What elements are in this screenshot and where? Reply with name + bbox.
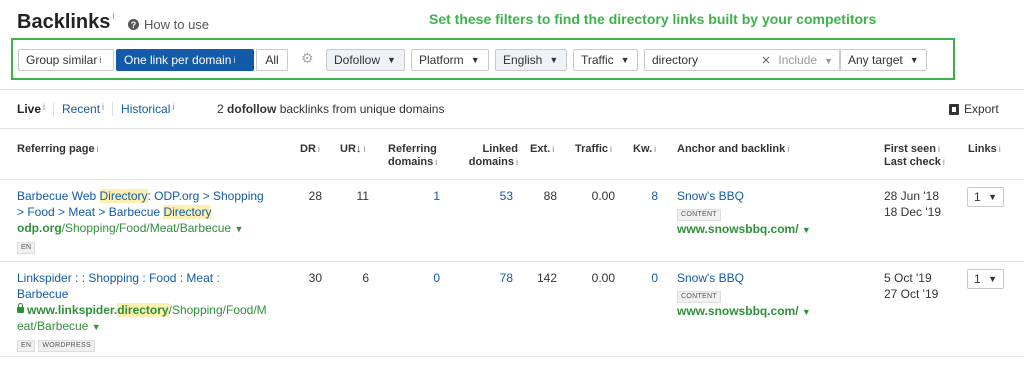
col-traffic[interactable]: Traffic i xyxy=(575,143,612,156)
caret-down-icon: ▼ xyxy=(387,55,396,65)
links-dropdown[interactable]: 1 ▼ xyxy=(967,269,1004,289)
referring-domains-link[interactable]: 1 xyxy=(400,188,440,204)
backlink-url[interactable]: www.snowsbbq.com/ ▼ xyxy=(677,222,811,236)
col-links[interactable]: Links i xyxy=(968,143,1001,156)
how-to-use-link[interactable]: ? How to use xyxy=(128,17,209,32)
question-icon: ? xyxy=(128,19,139,30)
divider xyxy=(0,128,1024,129)
caret-down-icon: ▼ xyxy=(234,224,244,234)
export-button[interactable]: Export xyxy=(949,102,999,116)
ur-value: 6 xyxy=(362,271,369,285)
keywords-link[interactable]: 8 xyxy=(630,188,658,204)
tab-recent[interactable]: Recent i xyxy=(54,102,114,116)
ur-value: 11 xyxy=(356,189,369,203)
divider xyxy=(0,179,1024,180)
caret-down-icon: ▼ xyxy=(801,307,811,317)
ext-value: 88 xyxy=(543,189,557,203)
caret-down-icon: ▼ xyxy=(470,55,480,65)
export-icon xyxy=(949,103,959,115)
linked-domains-link[interactable]: 78 xyxy=(470,270,513,286)
caret-down-icon: ▼ xyxy=(801,225,811,235)
col-linked-domains[interactable]: Linked domains i xyxy=(458,143,518,169)
caret-down-icon: ▼ xyxy=(988,274,997,284)
col-dr[interactable]: DR i xyxy=(300,143,320,156)
divider xyxy=(0,356,1024,357)
referring-domains-link[interactable]: 0 xyxy=(400,270,440,286)
tab-historical[interactable]: Historical i xyxy=(113,102,182,116)
traffic-value: 0.00 xyxy=(591,189,615,203)
group-similar-button[interactable]: Group similar i xyxy=(18,49,114,71)
language-badge: EN xyxy=(17,242,36,254)
content-badge: CONTENT xyxy=(677,291,721,303)
lock-icon xyxy=(17,302,24,313)
col-first-last-seen[interactable]: First seen i Last check i xyxy=(884,143,945,169)
links-dropdown[interactable]: 1 ▼ xyxy=(967,187,1004,207)
traffic-dropdown[interactable]: Traffic ▼ xyxy=(573,49,638,71)
col-ur[interactable]: UR↓ i xyxy=(340,143,365,156)
anchor-text: Snow's BBQ xyxy=(677,189,744,203)
referring-page-cell: Linkspider : : Shopping : Food : Meat :B… xyxy=(17,270,287,352)
dates-cell: 28 Jun '18 18 Dec '19 xyxy=(884,189,941,219)
traffic-value: 0.00 xyxy=(591,271,615,285)
all-button[interactable]: All xyxy=(256,49,288,71)
referring-page-url[interactable]: www.linkspider.directory/Shopping/Food/M… xyxy=(17,302,267,333)
anchor-cell: Snow's BBQ CONTENT www.snowsbbq.com/ ▼ xyxy=(677,188,867,238)
keywords-link[interactable]: 0 xyxy=(630,270,658,286)
caret-down-icon: ▼ xyxy=(988,192,997,202)
include-dropdown[interactable]: Include ▼ xyxy=(778,53,839,67)
page-title: Backlinks i xyxy=(17,11,115,33)
col-ext[interactable]: Ext. i xyxy=(530,143,554,156)
dofollow-dropdown[interactable]: Dofollow ▼ xyxy=(326,49,405,71)
platform-badge: WORDPRESS xyxy=(38,340,95,352)
target-dropdown[interactable]: Any target ▼ xyxy=(840,49,927,71)
results-summary: 2 dofollow backlinks from unique domains xyxy=(217,102,445,116)
ext-value: 142 xyxy=(536,271,557,285)
platform-dropdown[interactable]: Platform ▼ xyxy=(411,49,489,71)
backlink-url[interactable]: www.snowsbbq.com/ ▼ xyxy=(677,304,811,318)
caret-down-icon: ▼ xyxy=(620,55,630,65)
caret-down-icon: ▼ xyxy=(909,55,919,65)
referring-page-title-link[interactable]: Linkspider : : Shopping : Food : Meat :B… xyxy=(17,271,220,301)
referring-page-url[interactable]: odp.org/Shopping/Food/Meat/Barbecue ▼ xyxy=(17,221,243,235)
search-input[interactable]: directory × Include ▼ xyxy=(644,49,840,71)
dr-value: 28 xyxy=(308,189,322,203)
language-badge: EN xyxy=(17,340,36,352)
language-dropdown[interactable]: English ▼ xyxy=(495,49,567,71)
linked-domains-link[interactable]: 53 xyxy=(470,188,513,204)
col-kw[interactable]: Kw. i xyxy=(633,143,656,156)
close-icon[interactable]: × xyxy=(762,52,771,69)
gear-icon[interactable]: ⚙ xyxy=(301,51,315,65)
col-anchor-backlink[interactable]: Anchor and backlink i xyxy=(677,143,789,156)
one-link-per-domain-button[interactable]: One link per domain i xyxy=(116,49,254,71)
dr-value: 30 xyxy=(308,271,322,285)
time-tabs: Live i Recent i Historical i xyxy=(17,102,182,116)
divider xyxy=(0,261,1024,262)
divider xyxy=(0,89,1024,90)
content-badge: CONTENT xyxy=(677,209,721,221)
tab-live[interactable]: Live i xyxy=(17,102,55,116)
caret-down-icon: ▼ xyxy=(91,322,101,332)
dates-cell: 5 Oct '19 27 Oct '19 xyxy=(884,271,939,301)
annotation-text: Set these filters to find the directory … xyxy=(429,11,877,27)
referring-page-cell: Barbecue Web Directory: ODP.org > Shoppi… xyxy=(17,188,287,254)
anchor-cell: Snow's BBQ CONTENT www.snowsbbq.com/ ▼ xyxy=(677,270,867,320)
col-referring-page[interactable]: Referring page i xyxy=(17,143,99,156)
caret-down-icon: ▼ xyxy=(549,55,559,65)
col-referring-domains[interactable]: Referring domains i xyxy=(388,143,437,169)
anchor-text: Snow's BBQ xyxy=(677,271,744,285)
sort-down-icon: ↓ xyxy=(355,143,362,155)
referring-page-title-link[interactable]: Barbecue Web Directory: ODP.org > Shoppi… xyxy=(17,189,264,219)
